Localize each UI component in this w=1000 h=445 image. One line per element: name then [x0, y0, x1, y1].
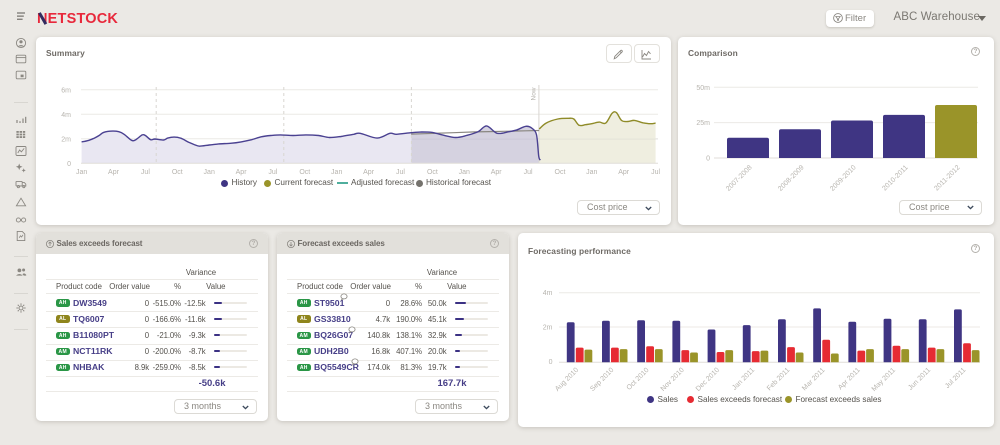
svg-text:Jul: Jul [268, 169, 277, 176]
svg-text:0: 0 [548, 359, 552, 366]
svg-text:Jul 2011: Jul 2011 [944, 367, 967, 390]
svg-text:Apr: Apr [363, 169, 375, 176]
svg-text:Nov 2010: Nov 2010 [659, 367, 685, 393]
svg-text:50m: 50m [696, 84, 710, 91]
svg-text:May 2011: May 2011 [870, 367, 896, 393]
svg-text:Oct: Oct [427, 169, 438, 176]
svg-text:Jan: Jan [76, 169, 87, 176]
svg-text:Jun 2011: Jun 2011 [907, 367, 932, 392]
svg-text:Jan: Jan [331, 169, 342, 176]
svg-text:Apr: Apr [108, 169, 120, 176]
svg-text:Oct: Oct [172, 169, 183, 176]
svg-text:Apr: Apr [236, 169, 248, 176]
svg-text:2009-2010: 2009-2010 [829, 164, 858, 193]
svg-text:Mar 2011: Mar 2011 [801, 367, 827, 393]
svg-text:Aug 2010: Aug 2010 [554, 367, 580, 393]
svg-text:0: 0 [67, 160, 71, 167]
svg-text:Sep 2010: Sep 2010 [589, 367, 615, 393]
svg-text:6m: 6m [61, 87, 71, 94]
svg-text:Jul: Jul [396, 169, 405, 176]
svg-text:2007-2008: 2007-2008 [725, 164, 754, 193]
svg-text:Jan 2011: Jan 2011 [731, 367, 756, 392]
svg-text:Oct: Oct [555, 169, 566, 176]
svg-text:Now: Now [531, 87, 538, 100]
svg-text:Apr 2011: Apr 2011 [837, 367, 862, 392]
svg-text:Jul: Jul [651, 169, 660, 176]
svg-text:Feb 2011: Feb 2011 [765, 367, 791, 393]
svg-text:Apr: Apr [491, 169, 503, 176]
svg-text:0: 0 [706, 155, 710, 162]
svg-text:2008-2009: 2008-2009 [777, 164, 806, 193]
svg-text:Jan: Jan [586, 169, 597, 176]
svg-text:Jul: Jul [141, 169, 150, 176]
svg-text:2m: 2m [61, 136, 71, 143]
svg-text:Jan: Jan [204, 169, 215, 176]
svg-text:Apr: Apr [618, 169, 630, 176]
svg-text:2010-2011: 2010-2011 [881, 164, 909, 192]
svg-text:Jan: Jan [459, 169, 470, 176]
svg-text:Dec 2010: Dec 2010 [694, 367, 720, 393]
svg-text:Oct: Oct [299, 169, 310, 176]
svg-text:2011-2012: 2011-2012 [933, 164, 961, 192]
svg-text:4m: 4m [542, 290, 552, 297]
svg-text:2m: 2m [542, 325, 552, 332]
svg-text:Oct 2010: Oct 2010 [625, 367, 650, 392]
svg-text:Jul: Jul [524, 169, 533, 176]
svg-text:25m: 25m [696, 120, 710, 127]
svg-text:4m: 4m [61, 111, 71, 118]
